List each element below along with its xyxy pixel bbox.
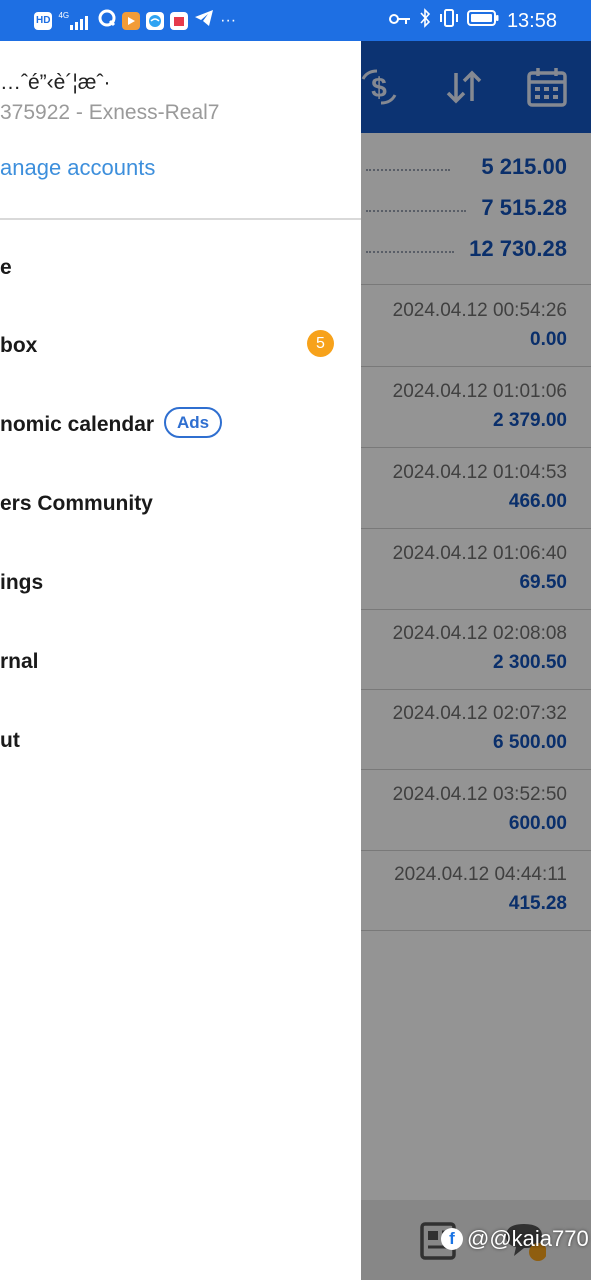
menu-item-journal[interactable]: rnal [0, 628, 361, 707]
menu-item-about[interactable]: ut [0, 707, 361, 786]
menu-item-label: ings [0, 571, 44, 594]
unread-count-badge: 5 [307, 330, 334, 357]
status-bar: HD 4G ··· 13:58 [0, 0, 591, 41]
navigation-drawer: …ˆé”‹è´¦æˆ· 375922 - Exness-Real7 anage … [0, 41, 361, 1280]
browser-app-icon [146, 11, 165, 30]
menu-item-traders-community[interactable]: ers Community [0, 470, 361, 549]
calendar-app-icon [170, 11, 189, 30]
status-bar-left: HD 4G ··· [34, 9, 236, 32]
ads-badge: Ads [164, 407, 223, 438]
menu-item-mailbox[interactable]: box 5 [0, 312, 361, 391]
menu-item-trade[interactable]: e [0, 234, 361, 313]
menu-item-label: rnal [0, 650, 39, 673]
key-icon [388, 10, 411, 32]
telegram-icon [194, 9, 214, 32]
status-bar-right: 13:58 [388, 8, 557, 34]
menu-item-label: nomic calendar [0, 413, 155, 436]
menu-item-label: e [0, 256, 12, 279]
hd-icon: HD [34, 11, 53, 30]
more-dots-icon: ··· [220, 11, 237, 29]
vibrate-icon [439, 9, 459, 33]
divider [0, 218, 361, 220]
menu-item-label: box [0, 334, 38, 357]
menu-item-label: ut [0, 729, 20, 752]
bluetooth-icon [419, 8, 431, 34]
video-app-icon [122, 11, 141, 30]
menu-item-economic-calendar[interactable]: nomic calendar Ads [0, 391, 361, 470]
account-id: 375922 - Exness-Real7 [0, 101, 220, 124]
menu-item-settings[interactable]: ings [0, 549, 361, 628]
manage-accounts-link[interactable]: anage accounts [0, 155, 155, 181]
q-app-icon [98, 9, 116, 32]
account-name: …ˆé”‹è´¦æˆ· [0, 71, 111, 94]
watermark: f @@kaia770 [441, 1226, 589, 1252]
menu-item-label: ers Community [0, 492, 153, 515]
battery-icon [466, 9, 499, 33]
signal-icon: 4G [58, 11, 92, 30]
watermark-text: @@kaia770 [467, 1226, 589, 1251]
clock: 13:58 [506, 9, 557, 32]
facebook-icon: f [441, 1228, 463, 1250]
